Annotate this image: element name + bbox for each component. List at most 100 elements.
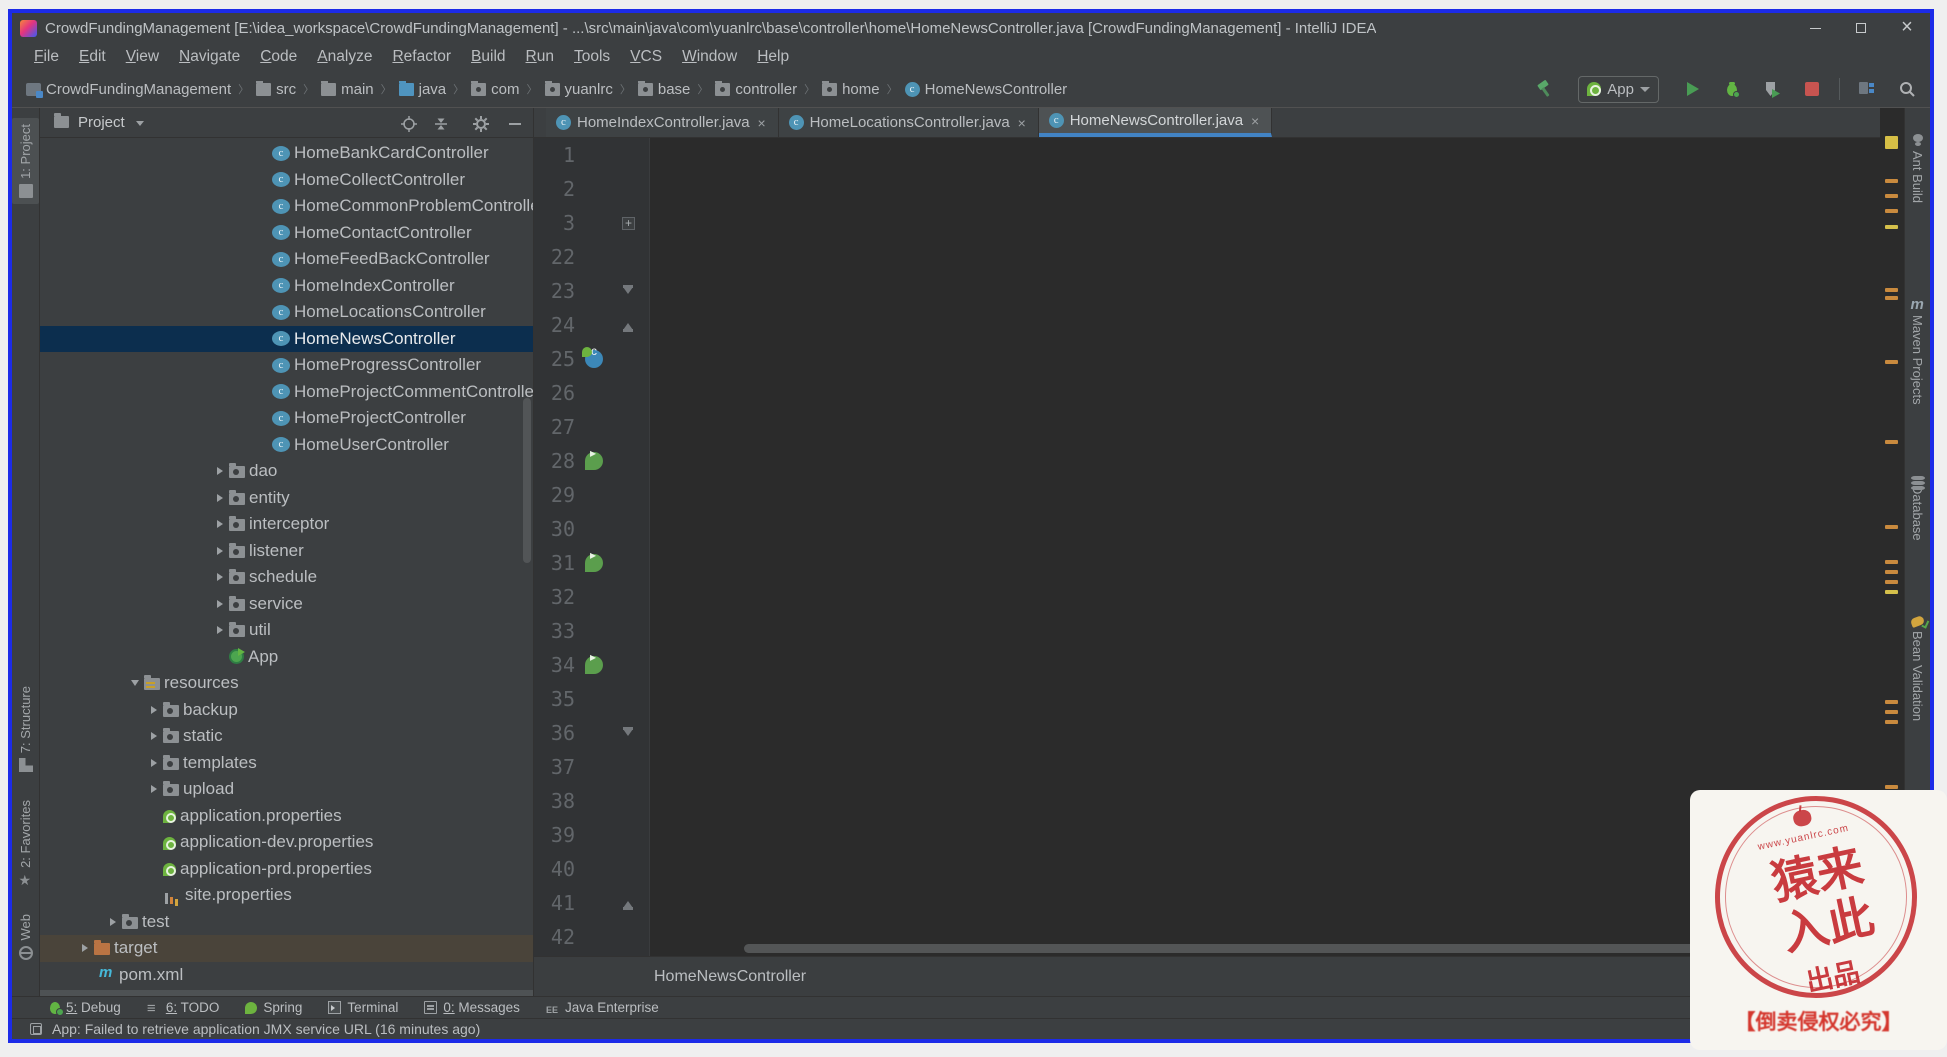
project-structure-button[interactable] bbox=[1854, 76, 1880, 102]
menu-item[interactable]: View bbox=[116, 45, 169, 69]
error-stripe-mark[interactable] bbox=[1885, 560, 1898, 564]
tree-row[interactable]: application-prd.properties bbox=[40, 856, 533, 883]
hide-panel-button[interactable] bbox=[506, 115, 523, 132]
code-line[interactable]: 37 * 发布新闻页面 bbox=[534, 750, 1880, 784]
breadcrumb-item[interactable]: java bbox=[398, 80, 472, 98]
error-stripe-mark[interactable] bbox=[1885, 179, 1898, 183]
gutter-bean-icon[interactable] bbox=[585, 146, 603, 164]
tab-close-icon[interactable] bbox=[1249, 113, 1261, 129]
fold-marker-icon[interactable] bbox=[622, 931, 635, 944]
fold-marker-icon[interactable] bbox=[622, 421, 635, 434]
code-editor[interactable]: 1 package com.yuanlrc.base.controller.ho… bbox=[534, 138, 1880, 956]
breadcrumb-item[interactable]: home bbox=[822, 80, 905, 98]
fold-marker-icon[interactable] bbox=[622, 523, 635, 536]
tab-close-icon[interactable] bbox=[1016, 115, 1028, 131]
menu-item[interactable]: Code bbox=[250, 45, 307, 69]
tree-row[interactable]: resources bbox=[40, 670, 533, 697]
tree-row[interactable]: App bbox=[40, 644, 533, 671]
fold-marker-icon[interactable] bbox=[622, 591, 635, 604]
fold-marker-icon[interactable] bbox=[622, 659, 635, 672]
error-stripe-mark[interactable] bbox=[1885, 785, 1898, 789]
code-line[interactable]: 29 bbox=[534, 478, 1880, 512]
gutter-bean-icon[interactable] bbox=[585, 894, 603, 912]
gutter-bean-icon[interactable] bbox=[585, 180, 603, 198]
project-tree-scrollbar[interactable] bbox=[523, 398, 531, 563]
tree-row[interactable]: HomeLocationsController bbox=[40, 299, 533, 326]
menu-item[interactable]: Tools bbox=[564, 45, 620, 69]
fold-marker-icon[interactable] bbox=[622, 149, 635, 162]
editor-breadcrumb[interactable]: HomeNewsController bbox=[654, 968, 806, 986]
menu-item[interactable]: File bbox=[24, 45, 69, 69]
tree-row[interactable]: HomeProjectCommentController bbox=[40, 379, 533, 406]
error-stripe-mark[interactable] bbox=[1885, 225, 1898, 229]
breadcrumb-item[interactable]: CrowdFundingManagement bbox=[26, 81, 256, 98]
tool-stripe-button[interactable]: 7: Structure bbox=[12, 686, 39, 773]
code-line[interactable]: 31 private HomeNewsService homeNewsServi… bbox=[534, 546, 1880, 580]
fold-marker-icon[interactable] bbox=[622, 183, 635, 196]
error-stripe-mark[interactable] bbox=[1885, 296, 1898, 300]
tree-row[interactable]: upload bbox=[40, 776, 533, 803]
gutter-bean-icon[interactable] bbox=[585, 384, 603, 402]
breadcrumb-item[interactable]: HomeNewsController bbox=[904, 81, 1067, 98]
fold-marker-icon[interactable] bbox=[622, 693, 635, 706]
tree-expand-arrow-icon[interactable] bbox=[212, 520, 228, 528]
stop-button[interactable] bbox=[1799, 76, 1825, 102]
editor-tab[interactable]: HomeIndexController.java bbox=[546, 108, 779, 137]
code-line[interactable]: 32 bbox=[534, 580, 1880, 614]
tree-row[interactable]: HomeNewsController bbox=[40, 325, 533, 352]
error-stripe-mark[interactable] bbox=[1885, 710, 1898, 714]
code-line[interactable]: 1 package com.yuanlrc.base.controller.ho… bbox=[534, 138, 1880, 172]
tree-row[interactable]: interceptor bbox=[40, 511, 533, 538]
tree-row[interactable]: listener bbox=[40, 538, 533, 565]
run-with-coverage-button[interactable] bbox=[1759, 76, 1785, 102]
menu-item[interactable]: Run bbox=[516, 45, 564, 69]
fold-marker-icon[interactable] bbox=[622, 829, 635, 842]
gutter-bean-icon[interactable] bbox=[582, 342, 603, 368]
breadcrumb-item[interactable]: base bbox=[637, 80, 716, 98]
tool-stripe-button[interactable]: Bean Validation bbox=[1905, 614, 1930, 721]
code-line[interactable]: 41 */ bbox=[534, 886, 1880, 920]
menu-item[interactable]: Edit bbox=[69, 45, 116, 69]
menu-item[interactable]: Analyze bbox=[307, 45, 382, 69]
gutter-bean-icon[interactable] bbox=[585, 690, 603, 708]
tree-expand-arrow-icon[interactable] bbox=[212, 547, 228, 555]
tool-stripe-button[interactable]: 2: Favorites bbox=[12, 800, 39, 887]
gutter-bean-icon[interactable] bbox=[585, 792, 603, 810]
tree-expand-arrow-icon[interactable] bbox=[146, 706, 162, 714]
gutter-bean-icon[interactable] bbox=[585, 418, 603, 436]
project-panel-title[interactable]: Project bbox=[78, 114, 125, 131]
menu-item[interactable]: Help bbox=[747, 45, 799, 69]
menu-item[interactable]: Build bbox=[461, 45, 515, 69]
tree-row[interactable]: service bbox=[40, 591, 533, 618]
code-line[interactable]: 30 @Autowired bbox=[534, 512, 1880, 546]
fold-marker-icon[interactable] bbox=[622, 353, 635, 366]
fold-marker-icon[interactable] bbox=[622, 455, 635, 468]
editor-tab[interactable]: HomeNewsController.java bbox=[1038, 108, 1273, 137]
tree-row[interactable]: templates bbox=[40, 750, 533, 777]
fold-marker-icon[interactable] bbox=[622, 216, 635, 230]
code-line[interactable]: 35 bbox=[534, 682, 1880, 716]
tool-stripe-button[interactable]: 1: Project bbox=[12, 118, 39, 204]
tool-stripe-button[interactable]: Maven Projects bbox=[1905, 296, 1930, 405]
tool-window-button[interactable]: Terminal bbox=[328, 1000, 398, 1015]
maximize-button[interactable] bbox=[1838, 13, 1884, 43]
tree-row[interactable]: target bbox=[40, 935, 533, 962]
fold-marker-icon[interactable] bbox=[622, 726, 635, 740]
tree-row[interactable]: application-dev.properties bbox=[40, 829, 533, 856]
error-stripe-mark[interactable] bbox=[1885, 700, 1898, 704]
fold-marker-icon[interactable] bbox=[622, 897, 635, 910]
tree-row[interactable]: util bbox=[40, 617, 533, 644]
code-line[interactable]: 39 * @param model bbox=[534, 818, 1880, 852]
error-stripe-mark[interactable] bbox=[1885, 570, 1898, 574]
gutter-bean-icon[interactable] bbox=[585, 546, 603, 572]
tool-stripe-button[interactable]: Ant Build bbox=[1905, 132, 1930, 203]
locate-file-button[interactable] bbox=[400, 115, 417, 132]
tree-row[interactable]: site.properties bbox=[40, 882, 533, 909]
tool-window-button[interactable]: Java Enterprise bbox=[546, 1000, 659, 1015]
code-line[interactable]: 23 @Controller bbox=[534, 274, 1880, 308]
gutter-bean-icon[interactable] bbox=[585, 648, 603, 674]
error-stripe-mark[interactable] bbox=[1885, 360, 1898, 364]
fold-marker-icon[interactable] bbox=[622, 251, 635, 264]
gutter-bean-icon[interactable] bbox=[585, 520, 603, 538]
error-stripe-mark[interactable] bbox=[1885, 440, 1898, 444]
